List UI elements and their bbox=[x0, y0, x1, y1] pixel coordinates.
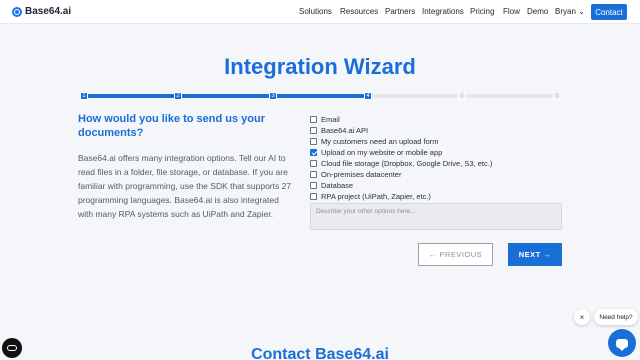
step-3[interactable]: 3 bbox=[269, 92, 277, 100]
step-progress: 1 2 3 4 5 6 bbox=[80, 92, 561, 100]
checkbox[interactable] bbox=[310, 182, 317, 189]
page-title: Integration Wizard bbox=[224, 54, 416, 79]
option-label: My customers need an upload form bbox=[321, 137, 439, 146]
option-rpa[interactable]: RPA project (UiPath, Zapier, etc.) bbox=[310, 192, 431, 201]
checkbox[interactable] bbox=[310, 160, 317, 167]
next-button[interactable]: NEXT → bbox=[508, 243, 562, 266]
checkbox[interactable] bbox=[310, 138, 317, 145]
option-label: Email bbox=[321, 115, 340, 124]
option-label: RPA project (UiPath, Zapier, etc.) bbox=[321, 192, 431, 201]
checkbox-checked[interactable] bbox=[310, 149, 317, 156]
logo-text: Base64.ai bbox=[25, 6, 72, 17]
contact-button[interactable]: Contact bbox=[591, 4, 627, 20]
nav-link-solutions[interactable]: Solutions bbox=[299, 7, 332, 16]
option-api[interactable]: Base64.ai API bbox=[310, 126, 368, 135]
option-email[interactable]: Email bbox=[310, 115, 340, 124]
contact-section-heading: Contact Base64.ai bbox=[251, 346, 389, 360]
step-2[interactable]: 2 bbox=[174, 92, 182, 100]
option-upload-form[interactable]: My customers need an upload form bbox=[310, 137, 439, 146]
checkbox[interactable] bbox=[310, 171, 317, 178]
progress-fill bbox=[80, 94, 368, 98]
step-1[interactable]: 1 bbox=[80, 92, 88, 100]
checkbox[interactable] bbox=[310, 193, 317, 200]
option-label: Cloud file storage (Dropbox, Google Driv… bbox=[321, 159, 493, 168]
step-4[interactable]: 4 bbox=[364, 92, 372, 100]
nav-link-integrations[interactable]: Integrations bbox=[422, 7, 464, 16]
step-6: 6 bbox=[553, 92, 561, 100]
option-label: Upload on my website or mobile app bbox=[321, 148, 443, 157]
close-help-icon[interactable]: × bbox=[574, 309, 590, 325]
nav-link-partners[interactable]: Partners bbox=[385, 7, 415, 16]
nav-link-demo[interactable]: Demo bbox=[527, 7, 548, 16]
nav-link-resources[interactable]: Resources bbox=[340, 7, 378, 16]
previous-button[interactable]: ← PREVIOUS bbox=[418, 243, 493, 266]
step-5: 5 bbox=[458, 92, 466, 100]
option-label: On-premises datacenter bbox=[321, 170, 402, 179]
option-label: Database bbox=[321, 181, 354, 190]
wizard-description: Base64.ai offers many integration option… bbox=[78, 153, 292, 219]
option-cloud-storage[interactable]: Cloud file storage (Dropbox, Google Driv… bbox=[310, 159, 492, 168]
other-options-input[interactable] bbox=[310, 203, 562, 230]
top-navbar: Base64.ai Solutions Resources Partners I… bbox=[0, 0, 640, 24]
wizard-question: How would you like to send us your docum… bbox=[78, 113, 266, 139]
logo[interactable]: Base64.ai bbox=[12, 6, 71, 17]
checkbox[interactable] bbox=[310, 127, 317, 134]
option-label: Base64.ai API bbox=[321, 126, 369, 135]
nav-user-menu[interactable]: Bryan ⌄ bbox=[555, 7, 585, 16]
nav-link-flow[interactable]: Flow bbox=[503, 7, 520, 16]
checkbox[interactable] bbox=[310, 116, 317, 123]
option-database[interactable]: Database bbox=[310, 181, 353, 190]
help-bubble[interactable]: Need help? bbox=[594, 309, 638, 325]
base64-logo-icon bbox=[12, 6, 22, 17]
option-website-app[interactable]: Upload on my website or mobile app bbox=[310, 148, 442, 157]
nav-link-pricing[interactable]: Pricing bbox=[470, 7, 494, 16]
option-on-premises[interactable]: On-premises datacenter bbox=[310, 170, 401, 179]
